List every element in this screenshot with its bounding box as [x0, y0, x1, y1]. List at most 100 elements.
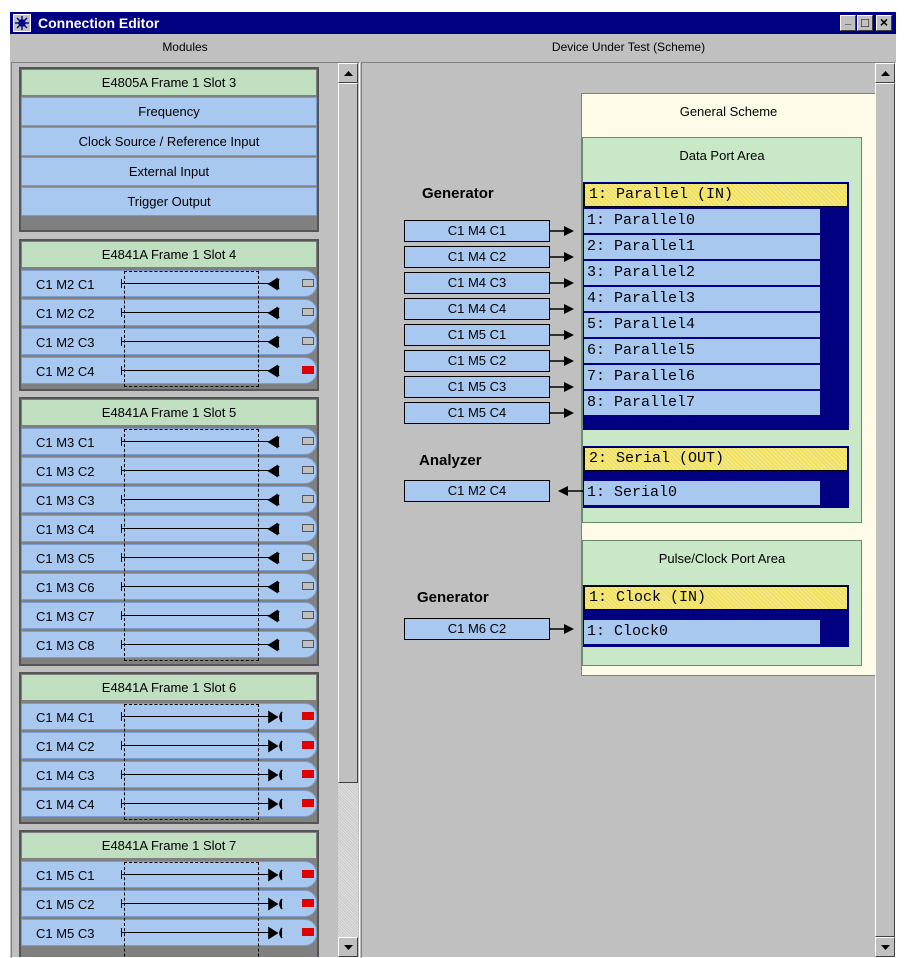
- clock-channel-c1m6c2[interactable]: C1 M6 C2: [404, 618, 550, 640]
- connector-end[interactable]: [302, 611, 314, 619]
- module-e4841a-slot6: E4841A Frame 1 Slot 6 C1 M4 C1 C1 M4 C2 …: [19, 672, 319, 824]
- connector-end-active[interactable]: [302, 366, 314, 374]
- port-parallel3[interactable]: 4: Parallel3: [584, 287, 820, 311]
- scroll-track[interactable]: [338, 783, 358, 937]
- connector-end[interactable]: [302, 337, 314, 345]
- connector-end-active[interactable]: [302, 799, 314, 807]
- analyzer-channel-c1m2c4[interactable]: C1 M2 C4: [404, 480, 550, 502]
- gen-channel-c1m4c2[interactable]: C1 M4 C2: [404, 246, 550, 268]
- channel-row[interactable]: C1 M4 C2: [21, 732, 317, 759]
- modules-scrollbar[interactable]: [338, 63, 358, 957]
- window-title: Connection Editor: [38, 15, 160, 31]
- scroll-up-button[interactable]: [338, 63, 358, 83]
- connector-end-active[interactable]: [302, 741, 314, 749]
- channel-row[interactable]: C1 M5 C2: [21, 890, 317, 917]
- scroll-down-icon: [343, 944, 353, 950]
- scroll-down-button[interactable]: [338, 937, 358, 957]
- channel-row[interactable]: C1 M4 C3: [21, 761, 317, 788]
- scroll-thumb[interactable]: [875, 83, 895, 937]
- gen-channel-c1m5c1[interactable]: C1 M5 C1: [404, 324, 550, 346]
- channel-row[interactable]: C1 M3 C3: [21, 486, 317, 513]
- connector-end[interactable]: [302, 640, 314, 648]
- gen-channel-c1m5c2[interactable]: C1 M5 C2: [404, 350, 550, 372]
- port-parallel1[interactable]: 2: Parallel1: [584, 235, 820, 259]
- connector-end[interactable]: [302, 437, 314, 445]
- client-area: Modules Device Under Test (Scheme) E4805…: [10, 34, 896, 958]
- clock-port-area-title: Pulse/Clock Port Area: [658, 551, 786, 566]
- gen-channel-c1m4c4[interactable]: C1 M4 C4: [404, 298, 550, 320]
- channel-row[interactable]: C1 M3 C7: [21, 602, 317, 629]
- parallel-port-header[interactable]: 1: Parallel (IN): [584, 183, 848, 207]
- channel-label: C1 M3 C7: [36, 609, 95, 624]
- arrow-left-icon: [558, 486, 583, 496]
- module-item-trigger-output[interactable]: Trigger Output: [21, 187, 317, 216]
- channel-row[interactable]: C1 M2 C1: [21, 270, 317, 297]
- gen-channel-c1m5c3[interactable]: C1 M5 C3: [404, 376, 550, 398]
- clock-port-header[interactable]: 1: Clock (IN): [584, 586, 848, 610]
- channel-row[interactable]: C1 M2 C3: [21, 328, 317, 355]
- input-connector-icon: [267, 277, 280, 291]
- minimize-button[interactable]: _: [840, 14, 856, 31]
- connector-end-active[interactable]: [302, 899, 314, 907]
- port-clock0[interactable]: 1: Clock0: [584, 620, 820, 644]
- arrow-right-icon: [550, 278, 574, 288]
- connector-end[interactable]: [302, 495, 314, 503]
- channel-row[interactable]: C1 M3 C2: [21, 457, 317, 484]
- port-parallel4[interactable]: 5: Parallel4: [584, 313, 820, 337]
- channel-row[interactable]: C1 M2 C4: [21, 357, 317, 384]
- module-item-clock-source[interactable]: Clock Source / Reference Input: [21, 127, 317, 156]
- scroll-down-button[interactable]: [875, 937, 895, 957]
- connector-end[interactable]: [302, 582, 314, 590]
- connector-end-active[interactable]: [302, 712, 314, 720]
- connector-end[interactable]: [302, 466, 314, 474]
- channel-label: C1 M2 C4: [36, 364, 95, 379]
- channel-label: C1 M3 C2: [36, 464, 95, 479]
- general-scheme-box: General Scheme Data Port Area 1: Paralle…: [581, 93, 876, 676]
- port-parallel6[interactable]: 7: Parallel6: [584, 365, 820, 389]
- channel-row[interactable]: C1 M3 C8: [21, 631, 317, 658]
- channel-row[interactable]: C1 M5 C1: [21, 861, 317, 888]
- input-connector-icon: [267, 464, 280, 478]
- connector-end-active[interactable]: [302, 770, 314, 778]
- channel-row[interactable]: C1 M4 C4: [21, 790, 317, 817]
- channel-row[interactable]: C1 M3 C5: [21, 544, 317, 571]
- gen-channel-c1m4c3[interactable]: C1 M4 C3: [404, 272, 550, 294]
- connector-end-active[interactable]: [302, 870, 314, 878]
- module-e4805a-slot3: E4805A Frame 1 Slot 3 Frequency Clock So…: [19, 67, 319, 232]
- port-parallel2[interactable]: 3: Parallel2: [584, 261, 820, 285]
- port-parallel0[interactable]: 1: Parallel0: [584, 209, 820, 233]
- scroll-thumb[interactable]: [338, 83, 358, 783]
- module-item-frequency[interactable]: Frequency: [21, 97, 317, 126]
- channel-row[interactable]: C1 M4 C1: [21, 703, 317, 730]
- connector-end[interactable]: [302, 308, 314, 316]
- module-item-external-input[interactable]: External Input: [21, 157, 317, 186]
- scroll-up-button[interactable]: [875, 63, 895, 83]
- scheme-scrollbar[interactable]: [875, 63, 895, 957]
- channel-row[interactable]: C1 M5 C3: [21, 919, 317, 946]
- connector-end[interactable]: [302, 524, 314, 532]
- channel-label: C1 M3 C3: [36, 493, 95, 508]
- channel-label: C1 M4 C3: [36, 768, 95, 783]
- serial-port-header[interactable]: 2: Serial (OUT): [584, 447, 848, 471]
- gen-channel-c1m5c4[interactable]: C1 M5 C4: [404, 402, 550, 424]
- channel-row[interactable]: C1 M3 C6: [21, 573, 317, 600]
- app-icon[interactable]: [13, 14, 31, 32]
- output-connector-icon: [268, 926, 283, 940]
- port-parallel7[interactable]: 8: Parallel7: [584, 391, 820, 415]
- channel-row[interactable]: C1 M3 C1: [21, 428, 317, 455]
- output-connector-icon: [268, 739, 283, 753]
- input-connector-icon: [267, 609, 280, 623]
- channel-row[interactable]: C1 M3 C4: [21, 515, 317, 542]
- channel-label: C1 M3 C8: [36, 638, 95, 653]
- connector-end[interactable]: [302, 553, 314, 561]
- maximize-button[interactable]: □: [857, 15, 873, 31]
- connector-end-active[interactable]: [302, 928, 314, 936]
- close-button[interactable]: ×: [876, 14, 892, 31]
- port-serial0[interactable]: 1: Serial0: [584, 481, 820, 505]
- gen-channel-c1m4c1[interactable]: C1 M4 C1: [404, 220, 550, 242]
- connector-end[interactable]: [302, 279, 314, 287]
- port-parallel5[interactable]: 6: Parallel5: [584, 339, 820, 363]
- channel-row[interactable]: C1 M2 C2: [21, 299, 317, 326]
- output-connector-icon: [268, 797, 283, 811]
- arrow-right-icon: [550, 330, 574, 340]
